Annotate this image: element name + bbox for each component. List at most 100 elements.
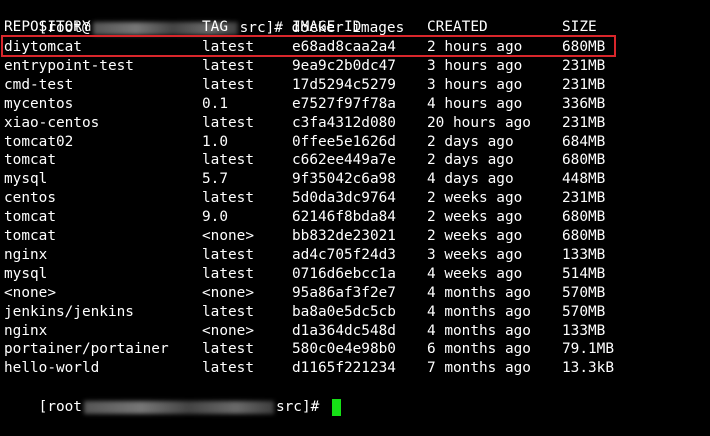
cell-created: 4 months ago <box>427 284 531 301</box>
cell-tag: latest <box>202 190 254 207</box>
cell-image-id: c3fa4312d080 <box>292 114 396 131</box>
cell-repository: tomcat <box>4 209 56 226</box>
cell-image-id: ba8a0e5dc5cb <box>292 303 396 320</box>
cell-tag: latest <box>202 265 254 282</box>
cell-image-id: 0716d6ebcc1a <box>292 265 396 282</box>
cell-repository: centos <box>4 190 56 207</box>
cell-created: 6 months ago <box>427 341 531 358</box>
cell-created: 2 weeks ago <box>427 209 523 226</box>
cell-image-id: d1a364dc548d <box>292 322 396 339</box>
cell-size: 514MB <box>562 265 606 282</box>
cell-created: 3 hours ago <box>427 57 523 74</box>
command-prompt-line: [root@ src]# docker images <box>4 0 405 36</box>
table-row: tomcat <none> bb832de23021 2 weeks ago 680MB <box>4 227 704 246</box>
table-row: centos latest 5d0da3dc9764 2 weeks ago 231MB <box>4 189 704 208</box>
cell-created: 2 days ago <box>427 152 514 169</box>
cell-created: 4 months ago <box>427 322 531 339</box>
cell-size: 448MB <box>562 171 606 188</box>
cell-tag: latest <box>202 114 254 131</box>
cell-size: 684MB <box>562 133 606 150</box>
prompt-dir: src]# <box>275 399 328 415</box>
cell-repository: mysql <box>4 171 48 188</box>
cell-created: 3 hours ago <box>427 76 523 93</box>
redacted-hostname <box>83 400 274 414</box>
table-row: portainer/portainer latest 580c0e4e98b0 6 m… <box>4 340 704 359</box>
cell-size: 570MB <box>562 284 606 301</box>
highlight-box <box>1 35 616 57</box>
cell-tag: 1.0 <box>202 133 228 150</box>
cell-repository: <none> <box>4 284 56 301</box>
cell-size: 680MB <box>562 228 606 244</box>
cell-size: 336MB <box>562 95 606 112</box>
table-row: cmd-test latest 17d5294c5279 3 hours ago 231… <box>4 76 704 95</box>
cell-image-id: 17d5294c5279 <box>292 76 396 93</box>
cell-image-id: d1165f221234 <box>292 360 396 377</box>
cell-created: 7 months ago <box>427 360 531 377</box>
cell-repository: nginx <box>4 246 48 263</box>
cell-repository: xiao-centos <box>4 114 100 131</box>
table-row: tomcat02 1.0 0ffee5e1626d 2 days ago 684MB <box>4 133 704 152</box>
table-row: mysql 5.7 9f35042c6a98 4 days ago 448MB <box>4 170 704 189</box>
cell-size: 79.1MB <box>562 341 614 358</box>
cell-size: 231MB <box>562 114 606 131</box>
table-row: tomcat latest c662ee449a7e 2 days ago 680MB <box>4 151 704 170</box>
table-row: mycentos 0.1 e7527f97f78a 4 hours ago 336MB <box>4 95 704 114</box>
prompt-open: [root <box>38 399 82 415</box>
cell-size: 231MB <box>562 76 606 93</box>
cell-created: 4 days ago <box>427 171 514 188</box>
cell-repository: hello-world <box>4 360 100 377</box>
cell-repository: tomcat02 <box>4 133 74 150</box>
table-row: xiao-centos latest c3fa4312d080 20 hours ag… <box>4 114 704 133</box>
cell-image-id: 62146f8bda84 <box>292 209 396 226</box>
cell-created: 4 hours ago <box>427 95 523 112</box>
cell-image-id: 580c0e4e98b0 <box>292 341 396 358</box>
cell-tag: <none> <box>202 284 254 301</box>
cell-tag: 9.0 <box>202 209 228 226</box>
cell-tag: 0.1 <box>202 95 228 112</box>
cell-image-id: 0ffee5e1626d <box>292 133 396 150</box>
cell-repository: cmd-test <box>4 76 74 93</box>
cell-size: 680MB <box>562 152 606 169</box>
cell-image-id: bb832de23021 <box>292 228 396 244</box>
cell-tag: latest <box>202 341 254 358</box>
cell-image-id: 95a86af3f2e7 <box>292 284 396 301</box>
cell-size: 231MB <box>562 190 606 207</box>
cell-size: 231MB <box>562 57 606 74</box>
cell-size: 570MB <box>562 303 606 320</box>
cell-image-id: e7527f97f78a <box>292 95 396 112</box>
cell-image-id: 9ea9c2b0dc47 <box>292 57 396 74</box>
cell-image-id: 5d0da3dc9764 <box>292 190 396 207</box>
cell-tag: latest <box>202 303 254 320</box>
table-row: mysql latest 0716d6ebcc1a 4 weeks ago 514MB <box>4 265 704 284</box>
table-row: entrypoint-test latest 9ea9c2b0dc47 3 hours… <box>4 57 704 76</box>
cell-created: 4 months ago <box>427 303 531 320</box>
cell-created: 4 weeks ago <box>427 265 523 282</box>
table-row: tomcat 9.0 62146f8bda84 2 weeks ago 680MB <box>4 208 704 227</box>
cell-created: 2 weeks ago <box>427 190 523 207</box>
cell-image-id: 9f35042c6a98 <box>292 171 396 188</box>
table-row: nginx <none> d1a364dc548d 4 months ago 133MB <box>4 322 704 341</box>
cell-size: 13.3kB <box>562 360 614 377</box>
cell-tag: 5.7 <box>202 171 228 188</box>
cell-size: 133MB <box>562 246 606 263</box>
terminal-window[interactable]: [root@ src]# docker images REPOSITORY TAG… <box>0 0 710 416</box>
cell-repository: tomcat <box>4 228 56 244</box>
cell-repository: jenkins/jenkins <box>4 303 134 320</box>
table-row: <none> <none> 95a86af3f2e7 4 months ago 570M… <box>4 284 704 303</box>
cell-repository: portainer/portainer <box>4 341 169 358</box>
cell-repository: tomcat <box>4 152 56 169</box>
cell-size: 680MB <box>562 209 606 226</box>
command-prompt-line-end[interactable]: [root src]# <box>4 379 341 416</box>
table-row: nginx latest ad4c705f24d3 3 weeks ago 133MB <box>4 246 704 265</box>
table-row: jenkins/jenkins latest ba8a0e5dc5cb 4 month… <box>4 303 704 322</box>
cell-tag: <none> <box>202 322 254 339</box>
cell-image-id: ad4c705f24d3 <box>292 246 396 263</box>
cell-tag: latest <box>202 57 254 74</box>
cell-tag: <none> <box>202 228 254 244</box>
cell-image-id: c662ee449a7e <box>292 152 396 169</box>
cell-tag: latest <box>202 360 254 377</box>
cell-size: 133MB <box>562 322 606 339</box>
cell-created: 2 days ago <box>427 133 514 150</box>
cell-tag: latest <box>202 246 254 263</box>
cell-repository: mysql <box>4 265 48 282</box>
